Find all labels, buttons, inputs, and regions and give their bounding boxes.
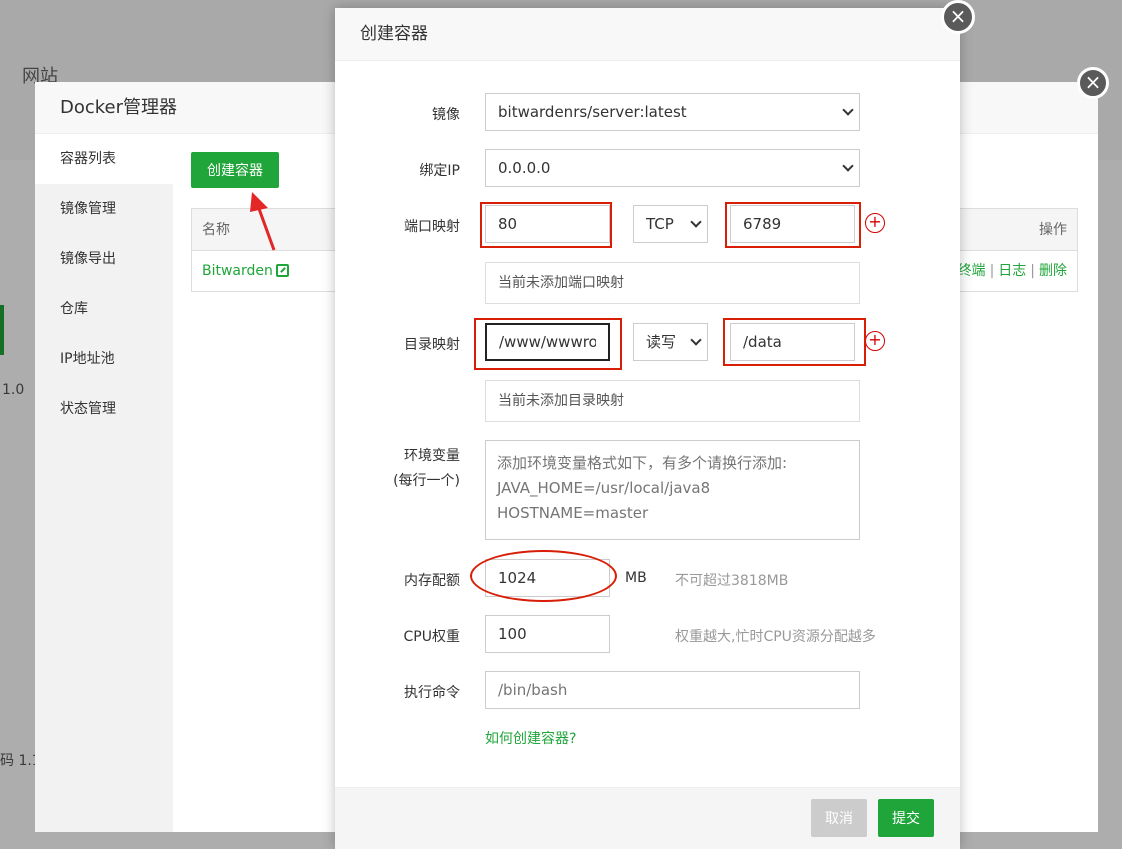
modal-footer: 取消 提交: [335, 787, 960, 849]
column-header-actions: 操作: [1039, 222, 1067, 238]
image-select-wrapper: bitwardenrs/server:latest: [485, 93, 860, 131]
command-label: 执行命令: [404, 685, 460, 701]
delete-link[interactable]: 删除: [1039, 263, 1067, 279]
logs-link[interactable]: 日志: [998, 263, 1026, 279]
protocol-select[interactable]: TCP: [633, 205, 708, 243]
row-actions: 终端 | 日志 | 删除: [957, 263, 1067, 279]
create-container-button[interactable]: 创建容器: [191, 152, 279, 188]
host-dir-input[interactable]: [485, 323, 610, 361]
image-label: 镜像: [432, 107, 460, 123]
host-port-input[interactable]: [485, 205, 610, 243]
port-mapping-empty-note: 当前未添加端口映射: [485, 262, 860, 304]
sidebar-item-ip-pool[interactable]: IP地址池: [35, 334, 173, 384]
close-icon[interactable]: ×: [1077, 67, 1109, 99]
edit-icon[interactable]: [275, 264, 289, 277]
cpu-input[interactable]: [485, 615, 610, 653]
cpu-hint: 权重越大,忙时CPU资源分配越多: [675, 629, 876, 645]
dir-mode-select-wrapper: 读写: [633, 323, 708, 361]
env-label: 环境变量: [404, 448, 460, 464]
sidebar-item-registry[interactable]: 仓库: [35, 284, 173, 334]
annotation-arrow-icon: [250, 192, 276, 251]
memory-input[interactable]: [485, 559, 610, 597]
dir-mapping-label: 目录映射: [404, 337, 460, 353]
dir-mapping-empty-note: 当前未添加目录映射: [485, 380, 860, 422]
sidebar-item-status[interactable]: 状态管理: [35, 384, 173, 434]
port-mapping-label: 端口映射: [404, 219, 460, 235]
container-name-link[interactable]: Bitwarden: [202, 263, 273, 279]
add-port-icon[interactable]: +: [865, 213, 885, 233]
add-dir-icon[interactable]: +: [865, 331, 885, 351]
terminal-link[interactable]: 终端: [958, 263, 986, 279]
container-dir-input[interactable]: [730, 323, 855, 361]
column-header-name: 名称: [202, 222, 230, 238]
submit-button[interactable]: 提交: [878, 799, 934, 837]
sidebar-item-image-export[interactable]: 镜像导出: [35, 234, 173, 284]
command-input[interactable]: [485, 671, 860, 709]
sidebar-item-containers[interactable]: 容器列表: [35, 134, 173, 184]
create-container-modal: 创建容器 镜像 bitwardenrs/server:latest 绑定IP 0…: [335, 8, 960, 849]
protocol-select-wrapper: TCP: [633, 205, 708, 243]
bind-ip-select-wrapper: 0.0.0.0: [485, 149, 860, 187]
help-link[interactable]: 如何创建容器?: [485, 728, 576, 748]
docker-sidebar: 容器列表 镜像管理 镜像导出 仓库 IP地址池 状态管理: [35, 134, 173, 832]
image-select[interactable]: bitwardenrs/server:latest: [485, 93, 860, 131]
env-label-hint: (每行一个): [393, 473, 460, 489]
env-textarea[interactable]: [485, 440, 860, 540]
memory-hint: 不可超过3818MB: [675, 573, 789, 589]
dir-mode-select[interactable]: 读写: [633, 323, 708, 361]
close-icon[interactable]: ×: [941, 0, 975, 34]
bind-ip-label: 绑定IP: [419, 163, 460, 179]
memory-label: 内存配额: [404, 573, 460, 589]
container-port-input[interactable]: [730, 205, 855, 243]
modal-title: 创建容器: [335, 8, 960, 61]
cancel-button[interactable]: 取消: [811, 799, 867, 837]
bind-ip-select[interactable]: 0.0.0.0: [485, 149, 860, 187]
cpu-label: CPU权重: [403, 629, 460, 645]
memory-unit: MB: [625, 570, 647, 586]
sidebar-item-images[interactable]: 镜像管理: [35, 184, 173, 234]
